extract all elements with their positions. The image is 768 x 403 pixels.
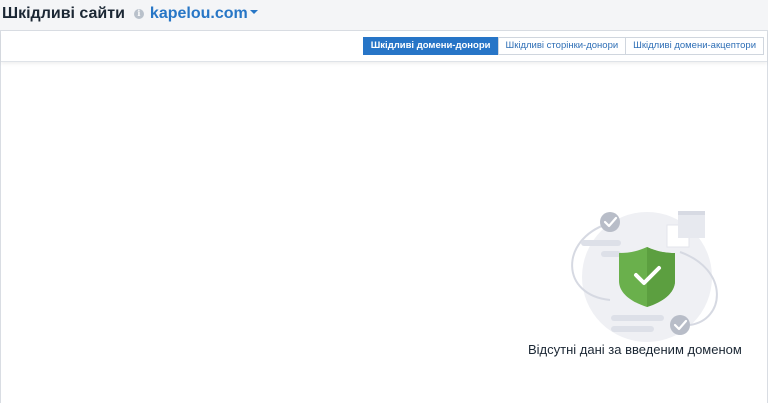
empty-state-message: Відсутні дані за введеним доменом	[528, 342, 742, 357]
tab-group: Шкідливі домени-донори Шкідливі сторінки…	[362, 37, 764, 55]
domain-selector[interactable]: kapelou.com	[150, 5, 248, 23]
check-badge-icon	[670, 315, 690, 335]
tab-malicious-donor-pages[interactable]: Шкідливі сторінки-донори	[497, 37, 627, 55]
check-badge-icon	[600, 212, 620, 232]
chevron-down-icon[interactable]	[249, 10, 258, 14]
page-header: Шкідливі сайти kapelou.com	[0, 0, 768, 28]
info-icon[interactable]	[133, 8, 144, 19]
tab-malicious-donor-domains[interactable]: Шкідливі домени-донори	[362, 37, 499, 55]
empty-state-illustration	[571, 211, 718, 342]
tab-toolbar: Шкідливі домени-донори Шкідливі сторінки…	[1, 31, 767, 62]
page-title: Шкідливі сайти	[2, 5, 125, 22]
document-icon	[678, 211, 705, 238]
tab-malicious-acceptor-domains[interactable]: Шкідливі домени-акцептори	[625, 37, 764, 55]
